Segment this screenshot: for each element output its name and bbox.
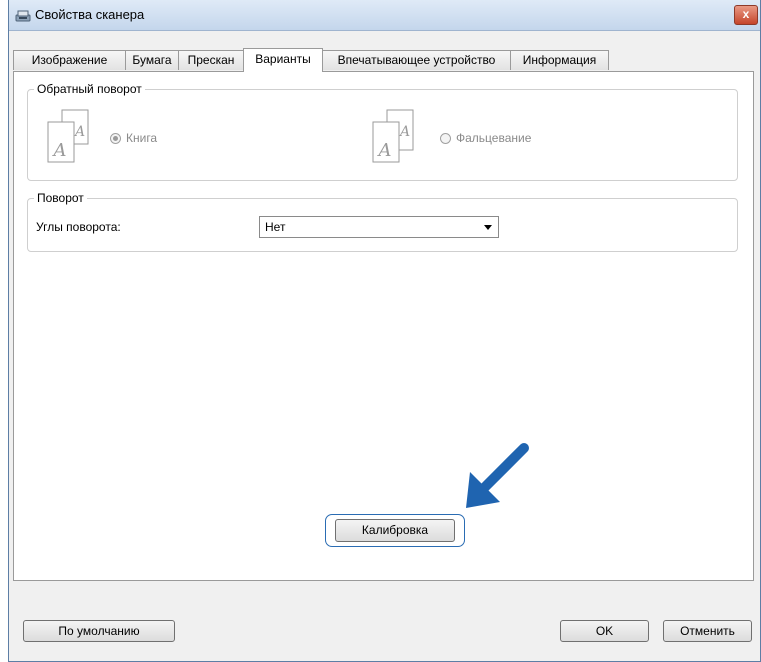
chevron-down-icon	[484, 225, 492, 230]
fanfold-pages-icon: A A	[372, 109, 414, 163]
rotation-angle-select[interactable]: Нет	[259, 216, 499, 238]
rotation-title: Поворот	[34, 191, 87, 205]
close-icon: x	[742, 7, 750, 21]
book-pages-icon: A A	[47, 109, 89, 163]
scanner-properties-window: Свойства сканера x Изображение Бумага Пр…	[8, 0, 761, 662]
rotation-angle-label: Углы поворота:	[36, 220, 121, 234]
tab-image[interactable]: Изображение	[13, 50, 126, 70]
tab-prescan[interactable]: Прескан	[178, 50, 244, 70]
fanfold-label: Фальцевание	[456, 131, 532, 145]
reverse-rotation-group: Обратный поворот A A Книга A A Фальцеван…	[27, 82, 738, 181]
book-label: Книга	[126, 131, 158, 145]
default-button[interactable]: По умолчанию	[23, 620, 175, 642]
scanner-icon	[15, 10, 31, 22]
options-panel: Обратный поворот A A Книга A A Фальцеван…	[13, 71, 754, 581]
calibrate-button[interactable]: Калибровка	[335, 519, 455, 542]
svg-text:A: A	[52, 140, 67, 161]
ok-button[interactable]: OK	[560, 620, 649, 642]
book-radio[interactable]	[110, 133, 121, 144]
tab-imprinter[interactable]: Впечатывающее устройство	[322, 50, 511, 70]
tab-options[interactable]: Варианты	[243, 48, 323, 72]
cancel-button[interactable]: Отменить	[663, 620, 752, 642]
close-button[interactable]: x	[734, 5, 758, 25]
title-bar: Свойства сканера x	[9, 0, 760, 31]
tab-information[interactable]: Информация	[510, 50, 609, 70]
radio-selected-dot	[113, 136, 118, 141]
window-title: Свойства сканера	[35, 7, 145, 22]
rotation-angle-value: Нет	[265, 220, 286, 234]
rotation-group: Поворот Углы поворота: Нет	[27, 191, 738, 252]
svg-text:A: A	[377, 140, 392, 161]
pointer-arrow-icon	[466, 443, 529, 508]
reverse-rotation-title: Обратный поворот	[34, 82, 145, 96]
fanfold-radio[interactable]	[440, 133, 451, 144]
tab-paper[interactable]: Бумага	[125, 50, 179, 70]
svg-text:A: A	[73, 124, 85, 140]
svg-text:A: A	[398, 124, 410, 140]
